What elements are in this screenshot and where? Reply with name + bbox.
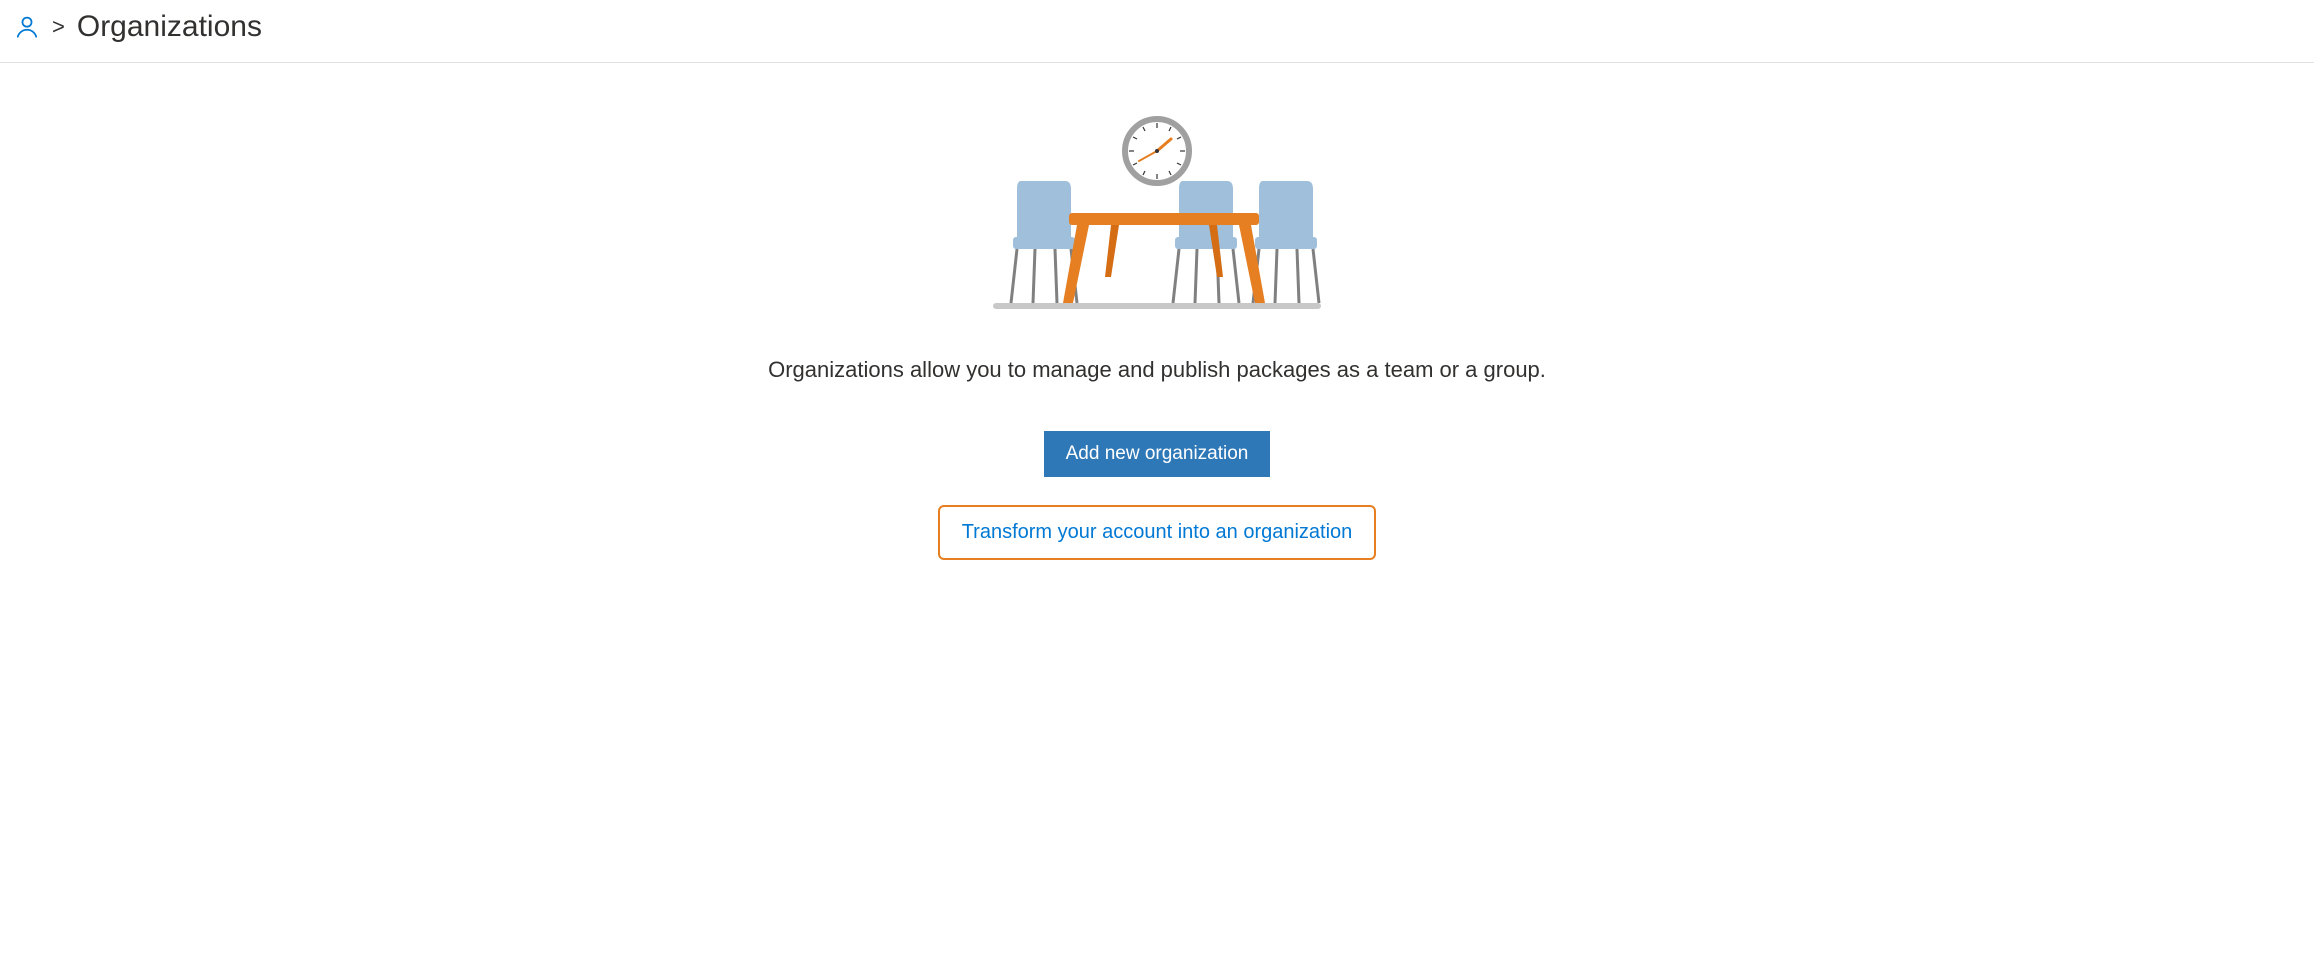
breadcrumb: > Organizations <box>0 0 2314 63</box>
page-title: Organizations <box>77 10 262 44</box>
add-new-organization-button[interactable]: Add new organization <box>1044 431 1271 477</box>
meeting-room-illustration <box>993 113 1321 313</box>
transform-account-button[interactable]: Transform your account into an organizat… <box>938 505 1377 560</box>
main-content: Organizations allow you to manage and pu… <box>0 63 2314 560</box>
user-icon[interactable] <box>14 14 40 40</box>
org-description: Organizations allow you to manage and pu… <box>768 357 1546 383</box>
chevron-right-icon: > <box>52 16 65 38</box>
